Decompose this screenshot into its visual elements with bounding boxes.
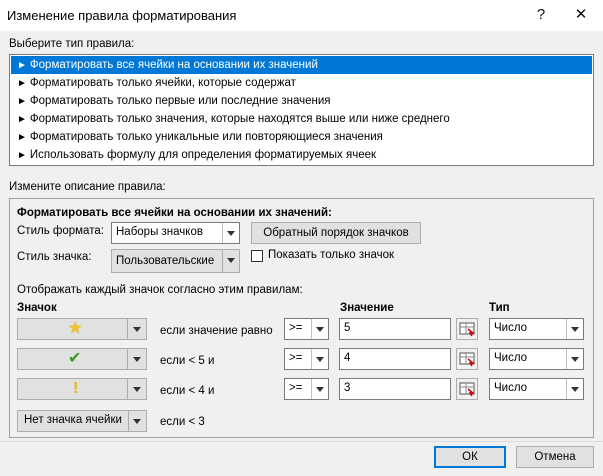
window-title: Изменение правила форматирования xyxy=(7,8,237,23)
format-style-label: Стиль формата: xyxy=(17,225,104,237)
icon-style-label: Стиль значка: xyxy=(17,251,92,263)
chevron-down-icon[interactable] xyxy=(566,379,583,399)
range-select-icon xyxy=(459,382,476,397)
chevron-down-icon[interactable] xyxy=(222,223,239,243)
type-select-row-3[interactable]: Число xyxy=(489,378,584,400)
icon-select-row-2[interactable]: ✔ xyxy=(17,348,147,370)
arrow-right-icon: ► xyxy=(17,96,27,107)
icon-style-select[interactable]: Пользовательские xyxy=(111,249,240,273)
type-select-row-1[interactable]: Число xyxy=(489,318,584,340)
chevron-down-icon[interactable] xyxy=(128,411,146,431)
show-icon-only-label[interactable]: Показать только значок xyxy=(268,249,394,261)
condition-label-row-1: если значение равно xyxy=(160,325,273,337)
chevron-down-icon[interactable] xyxy=(311,319,328,339)
footer-separator xyxy=(0,441,603,442)
value-input-row-1[interactable]: 5 xyxy=(339,318,451,340)
range-select-icon xyxy=(459,352,476,367)
close-button[interactable]: ✕ xyxy=(568,4,594,26)
icon-select-row-3[interactable]: ! xyxy=(17,378,147,400)
help-button[interactable]: ? xyxy=(528,4,554,26)
chevron-down-icon[interactable] xyxy=(566,319,583,339)
rule-type-item[interactable]: ► Форматировать только ячейки, которые со… xyxy=(11,74,592,92)
cancel-button[interactable]: Отмена xyxy=(516,446,594,468)
range-select-button-row-2[interactable] xyxy=(456,348,478,370)
type-select-row-2[interactable]: Число xyxy=(489,348,584,370)
chevron-down-icon[interactable] xyxy=(127,349,146,369)
rule-type-item[interactable]: ► Использовать формулу для определения фо… xyxy=(11,146,592,164)
title-bar: Изменение правила форматирования ? ✕ xyxy=(0,0,603,31)
condition-label-row-4: если < 3 xyxy=(160,416,205,428)
description-heading: Форматировать все ячейки на основании их… xyxy=(17,207,332,219)
rule-type-item[interactable]: ► Форматировать только уникальные или пов… xyxy=(11,128,592,146)
rule-type-list[interactable]: ► Форматировать все ячейки на основании и… xyxy=(9,54,594,166)
operator-select-row-3[interactable]: >= xyxy=(284,378,329,400)
chevron-down-icon[interactable] xyxy=(127,379,146,399)
range-select-button-row-3[interactable] xyxy=(456,378,478,400)
show-icon-only-checkbox[interactable] xyxy=(251,250,263,262)
reverse-icon-order-button[interactable]: Обратный порядок значков xyxy=(251,222,421,244)
chevron-down-icon[interactable] xyxy=(222,250,239,272)
icon-select-row-4[interactable]: Нет значка ячейки xyxy=(17,410,147,432)
rule-type-item[interactable]: ► Форматировать все ячейки на основании и… xyxy=(11,56,592,74)
arrow-right-icon: ► xyxy=(17,78,27,89)
condition-label-row-3: если < 4 и xyxy=(160,385,215,397)
chevron-down-icon[interactable] xyxy=(311,349,328,369)
range-select-button-row-1[interactable] xyxy=(456,318,478,340)
column-header-icon: Значок xyxy=(17,302,57,314)
chevron-down-icon[interactable] xyxy=(127,319,146,339)
chevron-down-icon[interactable] xyxy=(311,379,328,399)
operator-select-row-1[interactable]: >= xyxy=(284,318,329,340)
rule-type-item[interactable]: ► Форматировать только значения, которые … xyxy=(11,110,592,128)
value-input-row-3[interactable]: 3 xyxy=(339,378,451,400)
arrow-right-icon: ► xyxy=(17,60,27,71)
arrow-right-icon: ► xyxy=(17,132,27,143)
column-header-value: Значение xyxy=(340,302,394,314)
select-type-label: Выберите тип правила: xyxy=(9,38,135,50)
operator-select-row-2[interactable]: >= xyxy=(284,348,329,370)
star-icon: ★ xyxy=(68,320,83,337)
arrow-right-icon: ► xyxy=(17,150,27,161)
value-input-row-2[interactable]: 4 xyxy=(339,348,451,370)
exclamation-icon: ! xyxy=(73,380,79,397)
range-select-icon xyxy=(459,322,476,337)
format-style-select[interactable]: Наборы значков xyxy=(111,222,240,244)
rule-type-item[interactable]: ► Форматировать только первые или последн… xyxy=(11,92,592,110)
rules-intro-label: Отображать каждый значок согласно этим п… xyxy=(17,284,303,296)
check-icon: ✔ xyxy=(68,350,82,367)
ok-button[interactable]: ОК xyxy=(434,446,506,468)
arrow-right-icon: ► xyxy=(17,114,27,125)
icon-select-row-1[interactable]: ★ xyxy=(17,318,147,340)
condition-label-row-2: если < 5 и xyxy=(160,355,215,367)
column-header-type: Тип xyxy=(489,302,510,314)
edit-description-label: Измените описание правила: xyxy=(9,181,166,193)
chevron-down-icon[interactable] xyxy=(566,349,583,369)
